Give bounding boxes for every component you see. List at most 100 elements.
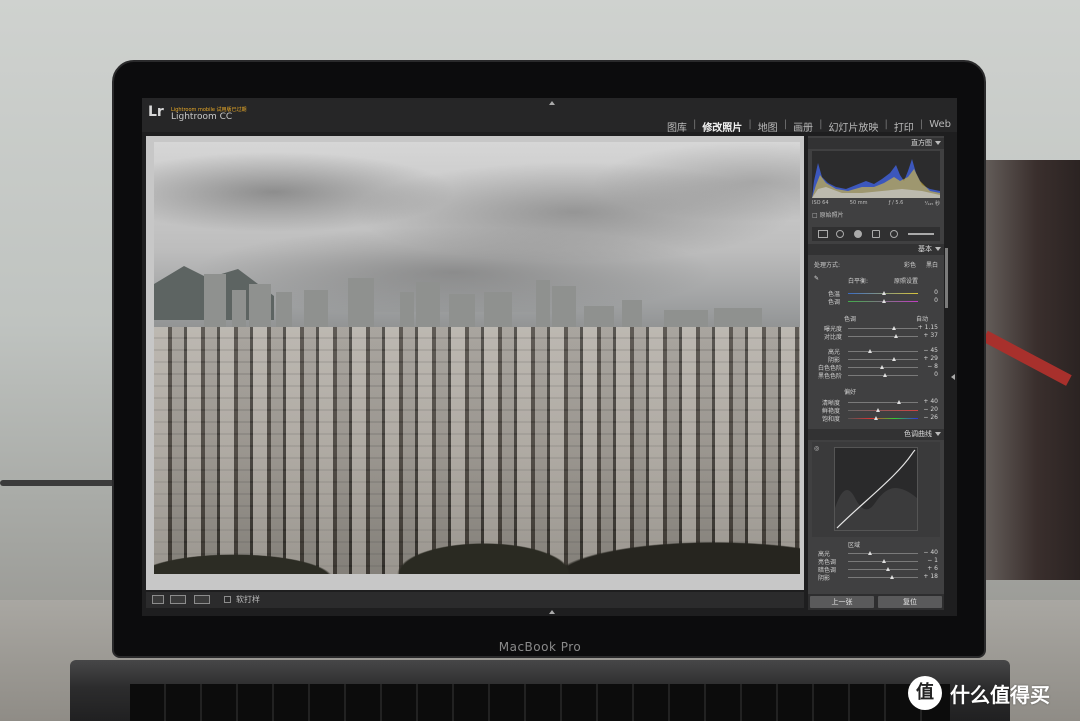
reset-button[interactable]: 复位 xyxy=(878,596,942,608)
histogram-header[interactable]: 直方图 xyxy=(808,138,944,149)
module-separator: | xyxy=(819,119,823,130)
saturation-value[interactable]: − 26 xyxy=(923,414,938,421)
tone-curve-graph[interactable] xyxy=(834,447,918,531)
temp-value[interactable]: 0 xyxy=(934,289,938,296)
white-balance-select[interactable]: 原照设置 xyxy=(894,276,918,285)
original-photo-checkbox-icon[interactable]: □ xyxy=(812,212,818,219)
curve-lights-slider[interactable] xyxy=(848,559,918,563)
compare-view-icon[interactable] xyxy=(194,595,210,604)
shadows-value[interactable]: + 29 xyxy=(923,355,938,362)
curve-shadows-slider[interactable] xyxy=(848,575,918,579)
curve-darks-slider[interactable] xyxy=(848,567,918,571)
saturation-slider[interactable] xyxy=(848,416,918,420)
previous-button[interactable]: 上一张 xyxy=(810,596,874,608)
region-label: 区域 xyxy=(848,542,861,549)
module-separator: | xyxy=(783,119,788,130)
background-cable xyxy=(0,480,120,486)
highlights-slider[interactable] xyxy=(848,349,918,353)
tint-slider[interactable] xyxy=(848,299,918,303)
treatment-bw-option[interactable]: 黑白 xyxy=(926,260,938,269)
right-panel-collapse-icon[interactable] xyxy=(951,374,955,380)
loupe-view-icon[interactable] xyxy=(152,595,164,604)
clarity-slider[interactable] xyxy=(848,400,918,404)
soft-proof-checkbox[interactable] xyxy=(224,596,231,603)
app-name: Lightroom CC xyxy=(171,112,233,122)
saturation-label: 饱和度 xyxy=(822,416,841,423)
module-library[interactable]: 图库 xyxy=(667,119,687,134)
blacks-slider[interactable] xyxy=(848,373,918,377)
exposure-value[interactable]: + 1.15 xyxy=(918,324,938,331)
radial-filter-icon[interactable] xyxy=(890,230,898,238)
highlights-value[interactable]: − 45 xyxy=(923,347,938,354)
curve-lights-value[interactable]: − 1 xyxy=(927,557,938,564)
module-separator: | xyxy=(692,119,697,130)
red-eye-tool-icon[interactable] xyxy=(854,230,862,238)
tint-value[interactable]: 0 xyxy=(934,297,938,304)
original-photo-toggle[interactable]: □ 原始照片 xyxy=(812,210,844,219)
city-photo xyxy=(154,142,800,574)
contrast-label: 对比度 xyxy=(824,334,843,341)
lightroom-logo: Lr xyxy=(148,104,164,120)
shutter-value: ¹⁄₁₂₅ 秒 xyxy=(924,201,940,207)
curve-highlights-value[interactable]: − 40 xyxy=(923,549,938,556)
exposure-slider[interactable] xyxy=(848,326,918,330)
vibrance-value[interactable]: − 20 xyxy=(923,406,938,413)
presence-label: 偏好 xyxy=(844,389,857,396)
spot-removal-tool-icon[interactable] xyxy=(836,230,844,238)
top-panel-toggle-icon[interactable] xyxy=(549,101,555,105)
whites-slider[interactable] xyxy=(848,365,918,369)
watermark: 值 什么值得买 xyxy=(908,676,1050,710)
lightroom-screen: Lr Lightroom mobile 试用版已过期 Lightroom CC … xyxy=(142,98,957,616)
blacks-value[interactable]: 0 xyxy=(934,371,938,378)
histogram xyxy=(812,151,940,198)
module-map[interactable]: 地图 xyxy=(758,119,778,134)
laptop-brand: MacBook Pro xyxy=(498,640,582,654)
module-separator: | xyxy=(748,119,752,130)
module-develop[interactable]: 修改照片 xyxy=(702,119,742,134)
tint-label: 色调 xyxy=(828,299,841,306)
blacks-label: 黑色色阶 xyxy=(818,373,843,380)
contrast-value[interactable]: + 37 xyxy=(923,332,938,339)
aperture-value: ƒ / 5.6 xyxy=(888,200,904,206)
tone-curve-editor[interactable]: ◎ xyxy=(812,442,940,537)
auto-tone-button[interactable]: 自动 xyxy=(916,314,928,323)
module-web[interactable]: Web xyxy=(929,119,951,134)
temp-slider[interactable] xyxy=(848,291,918,295)
right-panel-scrollbar[interactable] xyxy=(945,248,948,308)
bottom-panel-toggle-icon[interactable] xyxy=(549,610,555,614)
contrast-slider[interactable] xyxy=(848,334,918,338)
module-slideshow[interactable]: 幻灯片放映 xyxy=(828,119,878,134)
whites-value[interactable]: − 8 xyxy=(927,363,938,370)
original-photo-label: 原始照片 xyxy=(819,212,844,219)
tone-label: 色调 xyxy=(844,316,857,323)
basic-header[interactable]: 基本 xyxy=(808,244,944,255)
develop-toolbar: 软打样 xyxy=(146,592,804,608)
curve-highlights-slider[interactable] xyxy=(848,551,918,555)
eyedropper-icon[interactable]: ✎ xyxy=(814,275,819,282)
watermark-text: 什么值得买 xyxy=(950,682,1050,707)
photo-canvas[interactable] xyxy=(146,136,804,590)
adjustment-brush-icon[interactable] xyxy=(908,233,934,235)
tone-curve-header[interactable]: 色调曲线 xyxy=(808,429,944,440)
curve-shadows-value[interactable]: + 18 xyxy=(923,573,938,580)
graduated-filter-icon[interactable] xyxy=(872,230,880,238)
target-adjust-icon[interactable]: ◎ xyxy=(814,445,819,452)
clarity-value[interactable]: + 40 xyxy=(923,398,938,405)
treatment-color-option[interactable]: 彩色 xyxy=(904,260,916,269)
iso-value: ISO 64 xyxy=(812,200,829,206)
curve-darks-value[interactable]: + 6 xyxy=(927,565,938,572)
foreground-trees xyxy=(154,484,800,574)
module-separator: | xyxy=(884,119,888,130)
module-book[interactable]: 画册 xyxy=(793,119,813,134)
vibrance-slider[interactable] xyxy=(848,408,918,412)
laptop-keyboard xyxy=(130,684,950,721)
focal-length-value: 50 mm xyxy=(849,200,868,206)
crop-tool-icon[interactable] xyxy=(818,230,828,238)
before-after-view-icon[interactable] xyxy=(170,595,186,604)
module-separator: | xyxy=(919,119,924,130)
watermark-logo-icon: 值 xyxy=(908,676,942,710)
right-panel: 直方图 ISO 64 50 mm ƒ / 5.6 ¹⁄₁₂₅ 秒 □ 原始照片 xyxy=(808,136,944,610)
shadows-slider[interactable] xyxy=(848,357,918,361)
soft-proof-label: 软打样 xyxy=(236,595,260,604)
module-print[interactable]: 打印 xyxy=(894,119,914,134)
